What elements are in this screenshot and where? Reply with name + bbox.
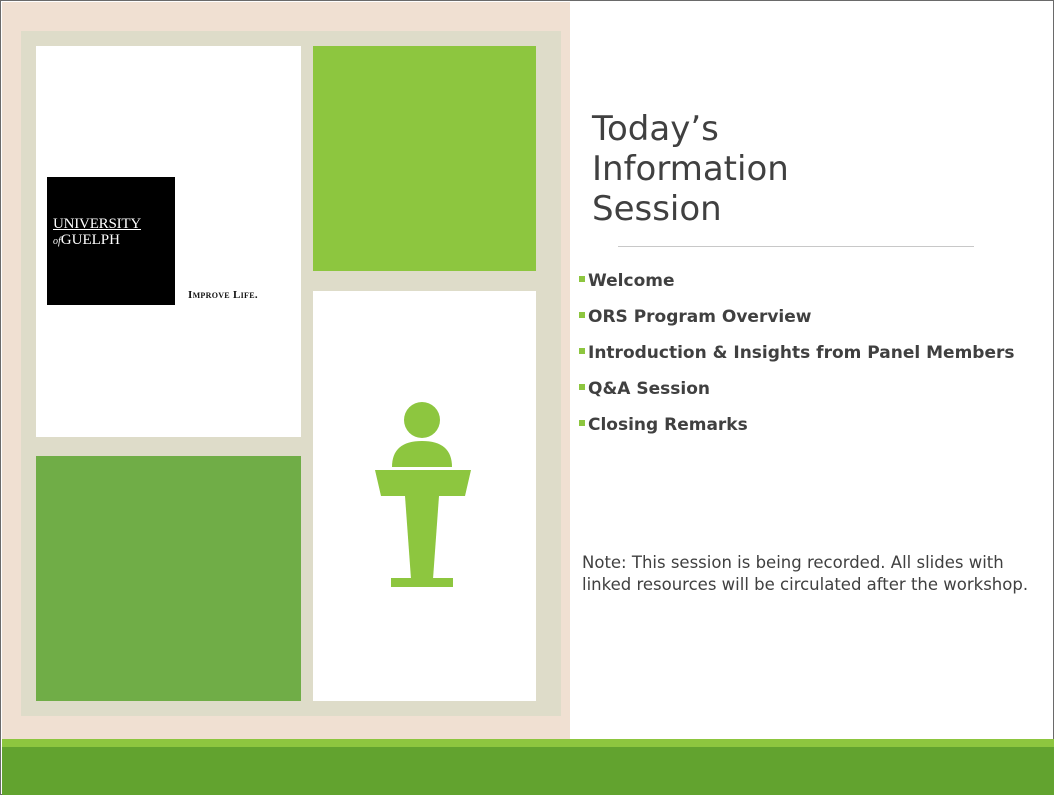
- title-line-2: Information: [592, 149, 789, 189]
- agenda-item-closing-remarks: Closing Remarks: [579, 415, 1014, 451]
- logo-university-text: UNIVERSITY: [53, 216, 141, 232]
- university-logo: UNIVERSITY ofGUELPH: [47, 177, 175, 305]
- bullet-square-icon: [579, 276, 585, 282]
- green-tile-top: [313, 46, 536, 271]
- logo-guelph-text: ofGUELPH: [53, 233, 120, 249]
- slide-title: Today’s Information Session: [592, 109, 1012, 229]
- slide: UNIVERSITY ofGUELPH Improve Life. Today’…: [0, 0, 1054, 795]
- bullet-square-icon: [579, 420, 585, 426]
- logo-guelph-word: GUELPH: [60, 232, 120, 248]
- footer-band-light: [2, 739, 1054, 747]
- green-tile-bottom: [36, 456, 301, 701]
- bullet-square-icon: [579, 384, 585, 390]
- agenda-item-program-overview: ORS Program Overview: [579, 307, 1014, 343]
- agenda-item-label: Welcome: [588, 271, 675, 291]
- agenda-item-welcome: Welcome: [579, 271, 1014, 307]
- agenda-item-qa-session: Q&A Session: [579, 379, 1014, 415]
- podium-speaker-icon: [375, 402, 471, 587]
- bullet-square-icon: [579, 312, 585, 318]
- title-line-3: Session: [592, 189, 722, 229]
- title-line-1: Today’s: [592, 109, 719, 149]
- footer-band-dark: [2, 747, 1054, 795]
- agenda-item-label: Q&A Session: [588, 379, 710, 399]
- agenda-item-panel-insights: Introduction & Insights from Panel Membe…: [579, 343, 1014, 379]
- agenda-list: Welcome ORS Program Overview Introductio…: [579, 271, 1014, 451]
- logo-tagline: Improve Life.: [188, 289, 258, 301]
- title-divider: [618, 246, 974, 247]
- agenda-item-label: ORS Program Overview: [588, 307, 812, 327]
- recording-note: Note: This session is being recorded. Al…: [582, 553, 1029, 594]
- agenda-item-label: Introduction & Insights from Panel Membe…: [588, 343, 1015, 363]
- agenda-item-label: Closing Remarks: [588, 415, 748, 435]
- logo-of-text: of: [53, 236, 61, 247]
- bullet-square-icon: [579, 348, 585, 354]
